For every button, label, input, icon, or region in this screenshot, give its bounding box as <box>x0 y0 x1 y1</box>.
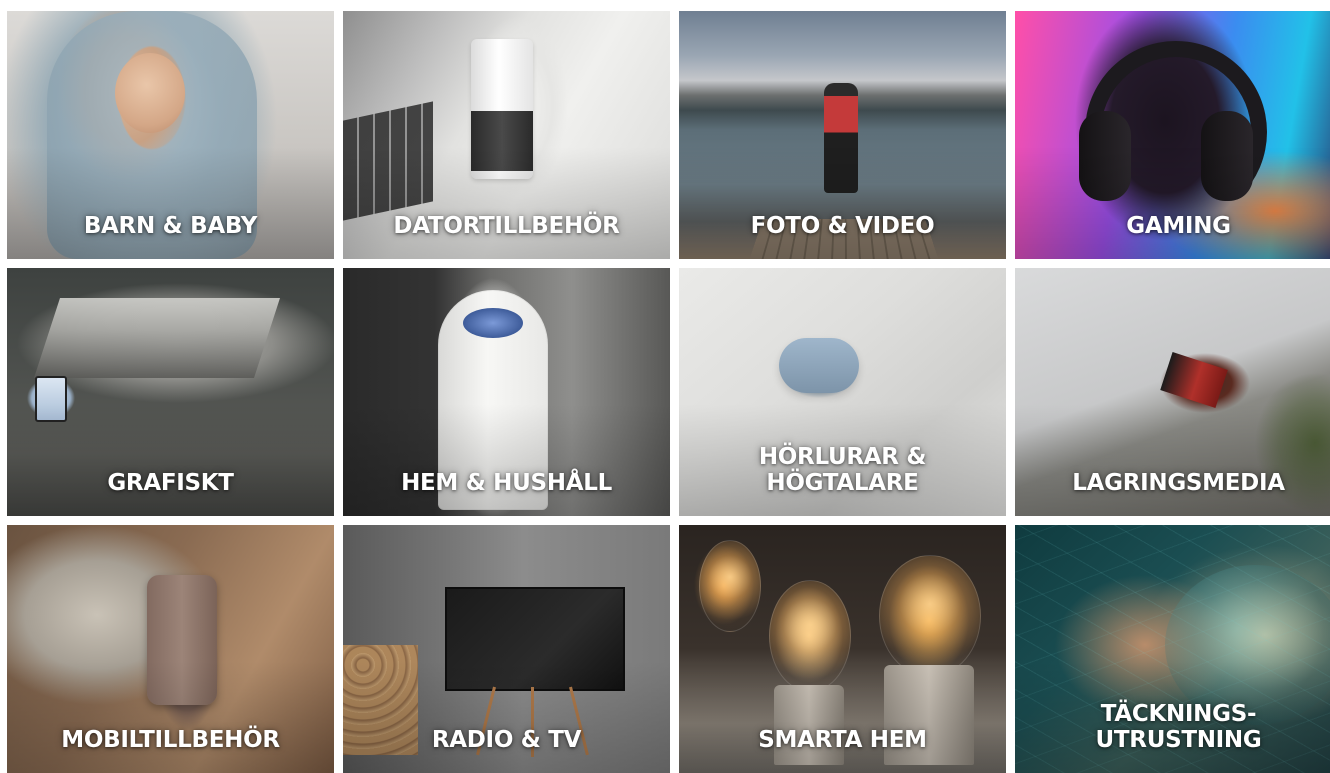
category-label: MOBILTILLBEHÖR <box>61 727 280 753</box>
category-label: FOTO & VIDEO <box>750 213 935 239</box>
category-tile-mobiltillbehor[interactable]: MOBILTILLBEHÖR <box>7 525 334 773</box>
category-label: DATORTILLBEHÖR <box>393 213 620 239</box>
category-tile-grafiskt[interactable]: GRAFISKT <box>7 268 334 516</box>
category-label: HÖRLURAR & HÖGTALARE <box>758 444 927 496</box>
tile-shade <box>1015 404 1330 516</box>
tile-shade <box>343 147 670 259</box>
category-label: GRAFISKT <box>107 470 234 496</box>
tile-shade <box>679 147 1006 259</box>
tile-shade <box>7 404 334 516</box>
category-tile-tackningsutrustning[interactable]: TÄCKNINGS- UTRUSTNING <box>1015 525 1330 773</box>
light-bulb-shape <box>699 540 761 632</box>
category-label: GAMING <box>1126 213 1231 239</box>
category-tile-hem-hushall[interactable]: HEM & HUSHÅLL <box>343 268 670 516</box>
category-tile-lagringsmedia[interactable]: LAGRINGSMEDIA <box>1015 268 1330 516</box>
category-tile-foto-video[interactable]: FOTO & VIDEO <box>679 11 1006 259</box>
category-tile-radio-tv[interactable]: RADIO & TV <box>343 525 670 773</box>
category-grid: BARN & BABY DATORTILLBEHÖR FOTO & VIDEO … <box>7 11 1330 773</box>
category-tile-datortillbehor[interactable]: DATORTILLBEHÖR <box>343 11 670 259</box>
tile-shade <box>7 661 334 773</box>
category-label: HEM & HUSHÅLL <box>401 470 612 496</box>
sd-card-shape <box>1160 352 1228 408</box>
category-tile-barn-baby[interactable]: BARN & BABY <box>7 11 334 259</box>
category-label: BARN & BABY <box>83 213 258 239</box>
category-label: SMARTA HEM <box>758 727 927 753</box>
light-bulb-shape <box>879 555 981 677</box>
baby-face-shape <box>115 53 185 133</box>
tile-shade <box>7 147 334 259</box>
category-tile-horlurar-hogtalare[interactable]: HÖRLURAR & HÖGTALARE <box>679 268 1006 516</box>
tile-shade <box>343 404 670 516</box>
category-tile-smarta-hem[interactable]: SMARTA HEM <box>679 525 1006 773</box>
printer-shape <box>34 298 280 378</box>
earbud-case-shape <box>779 338 859 393</box>
tile-shade <box>1015 147 1330 259</box>
category-label: RADIO & TV <box>431 727 582 753</box>
air-purifier-light-shape <box>463 308 523 338</box>
tile-shade <box>679 661 1006 773</box>
category-tile-gaming[interactable]: GAMING <box>1015 11 1330 259</box>
category-label: LAGRINGSMEDIA <box>1072 470 1285 496</box>
tile-shade <box>343 661 670 773</box>
category-label: TÄCKNINGS- UTRUSTNING <box>1095 701 1262 753</box>
